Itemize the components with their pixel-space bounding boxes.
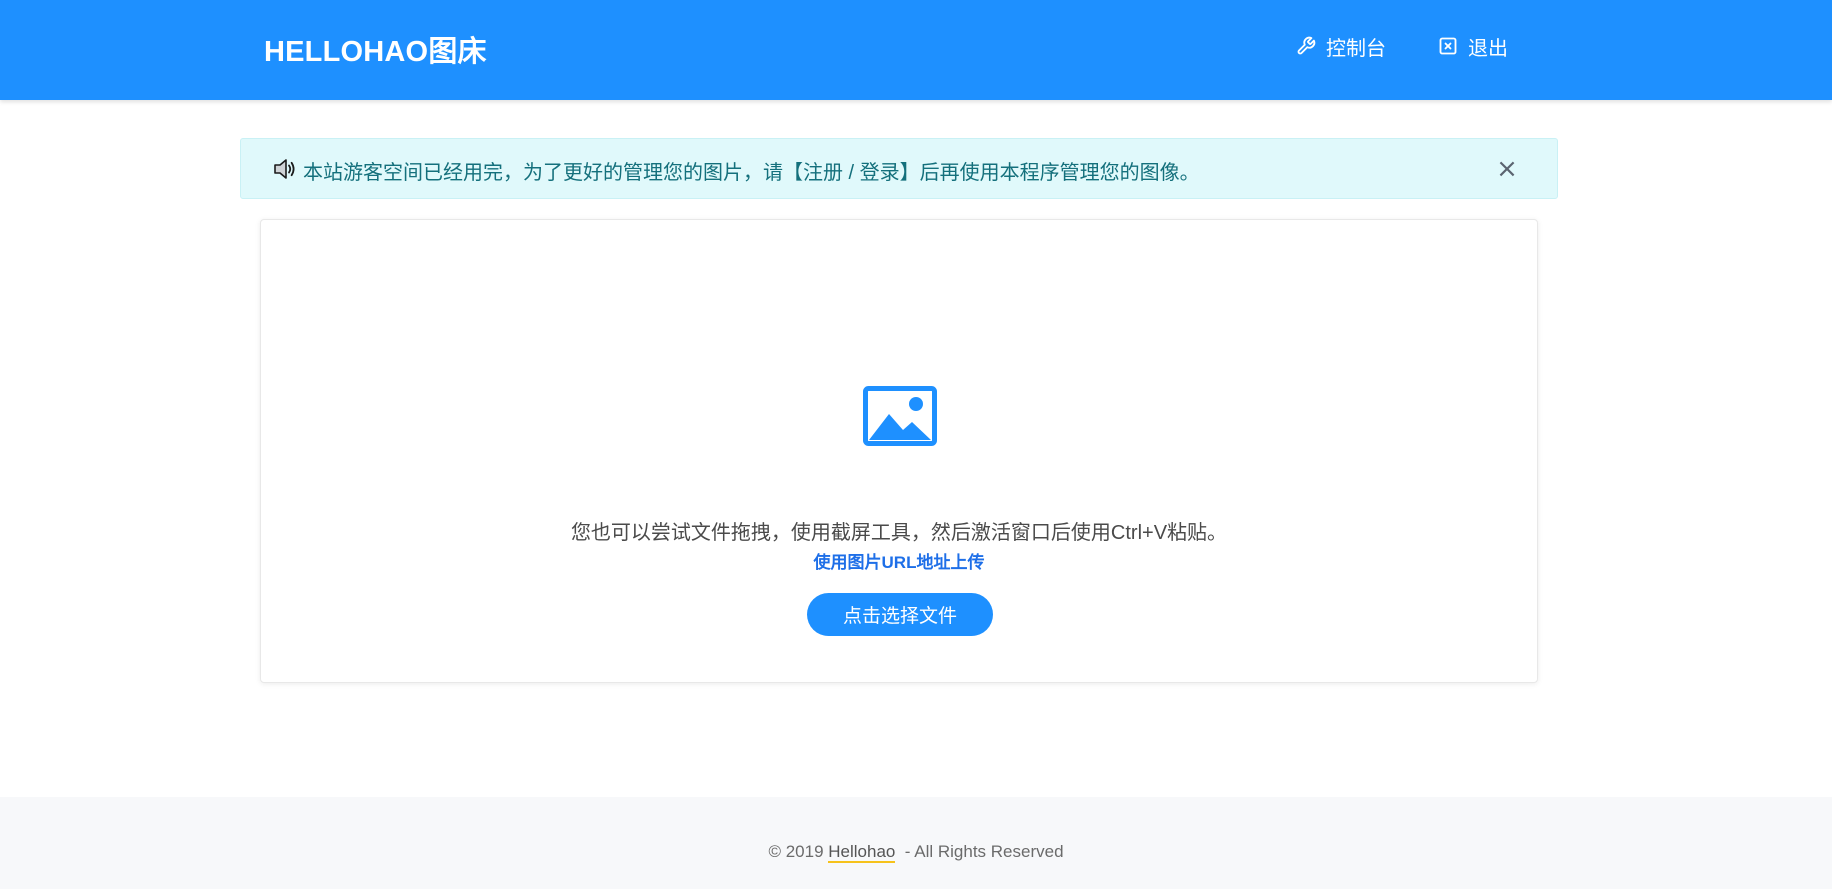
guest-space-alert: 本站游客空间已经用完，为了更好的管理您的图片，请【注册 / 登录】后再使用本程序…: [240, 138, 1558, 199]
console-label: 控制台: [1326, 37, 1386, 60]
drag-paste-hint: 您也可以尝试文件拖拽，使用截屏工具，然后激活窗口后使用Ctrl+V粘贴。: [570, 522, 1228, 544]
footer: © 2019 Hellohao - All Rights Reserved: [0, 797, 1832, 889]
select-file-button[interactable]: 点击选择文件: [807, 593, 993, 636]
copyright-suffix: - All Rights Reserved: [895, 842, 1064, 861]
logout-link[interactable]: 退出: [1438, 32, 1508, 60]
image-icon: [863, 386, 937, 451]
close-square-icon: [1438, 36, 1458, 56]
upload-card[interactable]: 您也可以尝试文件拖拽，使用截屏工具，然后激活窗口后使用Ctrl+V粘贴。 使用图…: [260, 219, 1538, 683]
speaker-icon: [273, 158, 297, 186]
console-link[interactable]: 控制台: [1296, 32, 1386, 60]
top-navbar: HELLOHAO图床 控制台 退出: [0, 0, 1832, 100]
url-upload-link[interactable]: 使用图片URL地址上传: [261, 548, 1537, 573]
footer-brand-link[interactable]: Hellohao: [828, 842, 896, 863]
alert-message: 本站游客空间已经用完，为了更好的管理您的图片，请【注册 / 登录】后再使用本程序…: [303, 162, 1200, 184]
wrench-icon: [1296, 36, 1316, 56]
copyright: © 2019 Hellohao - All Rights Reserved: [0, 842, 1832, 863]
alert-close-button[interactable]: ×: [1495, 156, 1519, 182]
logout-label: 退出: [1468, 37, 1508, 60]
brand-logo[interactable]: HELLOHAO图床: [264, 28, 487, 70]
copyright-prefix: © 2019: [768, 842, 829, 861]
